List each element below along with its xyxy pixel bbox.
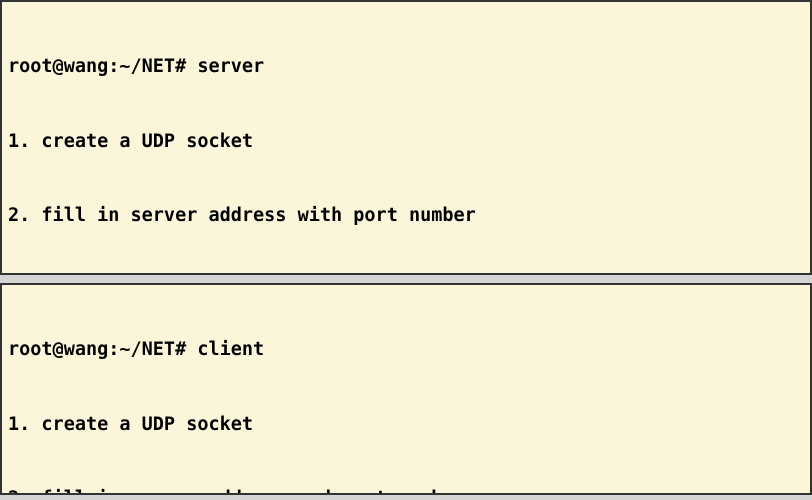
shell-prompt: root@wang:~/NET# xyxy=(8,339,197,360)
output-line: 2. fill in server address and port numbe… xyxy=(8,487,804,495)
command-line: root@wang:~/NET# client xyxy=(8,338,804,363)
command-line: root@wang:~/NET# server xyxy=(8,55,804,80)
command: client xyxy=(197,339,264,360)
shell-prompt: root@wang:~/NET# xyxy=(8,56,197,77)
output-line: 2. fill in server address with port numb… xyxy=(8,204,804,229)
output-line: 1. create a UDP socket xyxy=(8,130,804,155)
server-terminal[interactable]: root@wang:~/NET# server 1. create a UDP … xyxy=(0,0,812,275)
client-terminal[interactable]: root@wang:~/NET# client 1. create a UDP … xyxy=(0,283,812,495)
output-line: 1. create a UDP socket xyxy=(8,413,804,438)
command: server xyxy=(197,56,264,77)
